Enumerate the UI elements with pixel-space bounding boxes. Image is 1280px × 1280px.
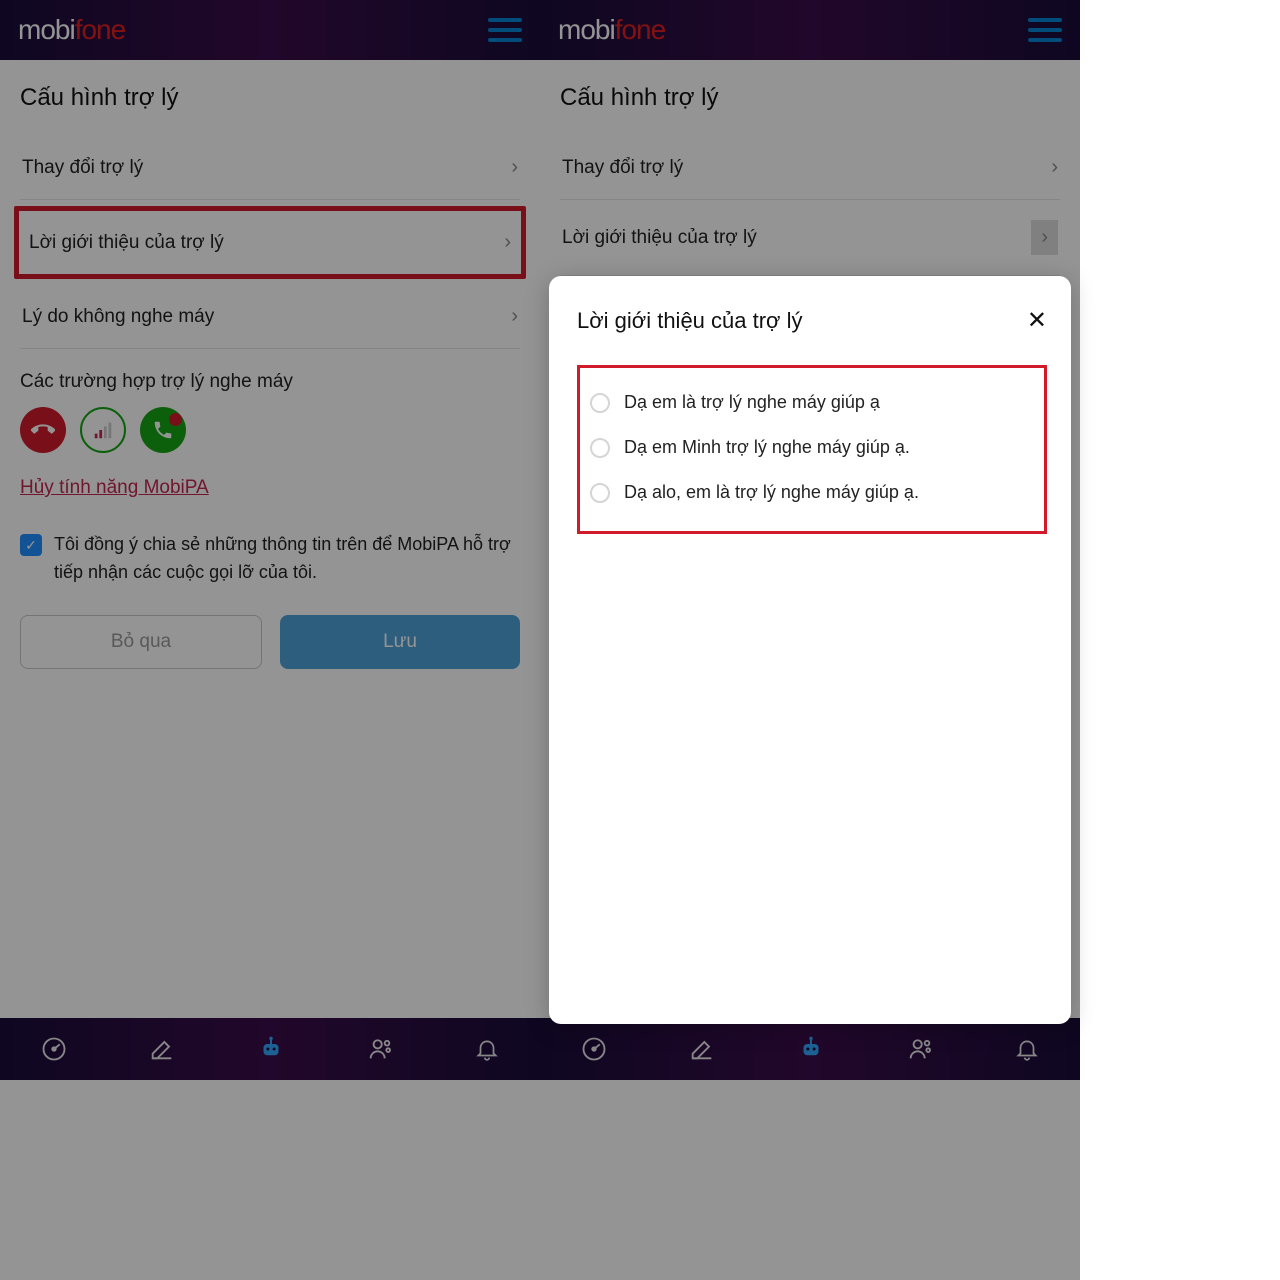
- chevron-right-icon: ›: [504, 231, 511, 254]
- row-assistant-intro[interactable]: Lời giới thiệu của trợ lý ›: [560, 200, 1060, 276]
- signal-icon[interactable]: [80, 407, 126, 453]
- logo-left: mobi: [18, 14, 75, 46]
- row-label: Lời giới thiệu của trợ lý: [29, 232, 224, 254]
- logo-right: fone: [75, 14, 126, 46]
- intro-option[interactable]: Dạ alo, em là trợ lý nghe máy giúp ạ.: [590, 470, 1034, 515]
- row-label: Thay đổi trợ lý: [562, 157, 683, 179]
- hamburger-icon[interactable]: [488, 18, 522, 42]
- intro-modal: Lời giới thiệu của trợ lý ✕ Dạ em là trợ…: [549, 276, 1071, 1024]
- nav-dashboard-icon[interactable]: [40, 1035, 68, 1063]
- chevron-right-icon: ›: [511, 305, 518, 328]
- row-change-assistant[interactable]: Thay đổi trợ lý ›: [20, 136, 520, 200]
- row-reason[interactable]: Lý do không nghe máy ›: [20, 285, 520, 349]
- nav-user-settings-icon[interactable]: [366, 1035, 394, 1063]
- option-label: Dạ alo, em là trợ lý nghe máy giúp ạ.: [624, 482, 919, 503]
- row-label: Lời giới thiệu của trợ lý: [562, 227, 757, 249]
- nav-bell-icon[interactable]: [474, 1036, 500, 1062]
- app-header: mobifone: [0, 0, 540, 60]
- radio-icon[interactable]: [590, 438, 610, 458]
- bottom-nav: [0, 1018, 540, 1080]
- page-title: Cấu hình trợ lý: [20, 84, 520, 112]
- page-title: Cấu hình trợ lý: [560, 84, 1060, 112]
- chevron-right-icon: ›: [1031, 220, 1058, 255]
- radio-icon[interactable]: [590, 483, 610, 503]
- radio-icon[interactable]: [590, 393, 610, 413]
- modal-title: Lời giới thiệu của trợ lý: [577, 308, 802, 334]
- nav-user-settings-icon[interactable]: [906, 1035, 934, 1063]
- intro-option[interactable]: Dạ em Minh trợ lý nghe máy giúp ạ.: [590, 425, 1034, 470]
- logo: mobifone: [18, 14, 125, 46]
- row-change-assistant[interactable]: Thay đổi trợ lý ›: [560, 136, 1060, 200]
- page-content: Cấu hình trợ lý Thay đổi trợ lý › Lời gi…: [0, 60, 540, 1018]
- checkbox-checked-icon[interactable]: ✓: [20, 534, 42, 556]
- bottom-nav: [540, 1018, 1080, 1080]
- hamburger-icon[interactable]: [1028, 18, 1062, 42]
- options-highlight-box: Dạ em là trợ lý nghe máy giúp ạ Dạ em Mi…: [577, 365, 1047, 534]
- skip-button[interactable]: Bỏ qua: [20, 615, 262, 669]
- row-label: Lý do không nghe máy: [22, 306, 214, 328]
- section-cases-label: Các trường hợp trợ lý nghe máy: [20, 371, 520, 393]
- app-header: mobifone: [540, 0, 1080, 60]
- modal-header: Lời giới thiệu của trợ lý ✕: [577, 306, 1047, 335]
- nav-edit-icon[interactable]: [688, 1035, 716, 1063]
- call-answer-icon[interactable]: [140, 407, 186, 453]
- app-screen-left: mobifone Cấu hình trợ lý Thay đổi trợ lý…: [0, 0, 540, 1080]
- save-button[interactable]: Lưu: [280, 615, 520, 669]
- nav-assistant-icon[interactable]: [256, 1034, 286, 1064]
- logo: mobifone: [558, 14, 665, 46]
- intro-option[interactable]: Dạ em là trợ lý nghe máy giúp ạ: [590, 380, 1034, 425]
- decline-call-icon[interactable]: [20, 407, 66, 453]
- option-label: Dạ em là trợ lý nghe máy giúp ạ: [624, 392, 880, 413]
- row-label: Thay đổi trợ lý: [22, 157, 143, 179]
- nav-assistant-icon[interactable]: [796, 1034, 826, 1064]
- chevron-right-icon: ›: [1051, 156, 1058, 179]
- consent-text: Tôi đồng ý chia sẻ những thông tin trên …: [54, 531, 520, 587]
- row-assistant-intro[interactable]: Lời giới thiệu của trợ lý ›: [14, 206, 526, 279]
- nav-dashboard-icon[interactable]: [580, 1035, 608, 1063]
- nav-bell-icon[interactable]: [1014, 1036, 1040, 1062]
- case-icons: [20, 407, 520, 453]
- close-icon[interactable]: ✕: [1027, 306, 1047, 335]
- cancel-feature-link[interactable]: Hủy tính năng MobiPA: [20, 477, 209, 499]
- logo-left: mobi: [558, 14, 615, 46]
- option-label: Dạ em Minh trợ lý nghe máy giúp ạ.: [624, 437, 910, 458]
- action-buttons: Bỏ qua Lưu: [20, 615, 520, 669]
- chevron-right-icon: ›: [511, 156, 518, 179]
- nav-edit-icon[interactable]: [148, 1035, 176, 1063]
- consent-row[interactable]: ✓ Tôi đồng ý chia sẻ những thông tin trê…: [20, 531, 520, 587]
- logo-right: fone: [615, 14, 666, 46]
